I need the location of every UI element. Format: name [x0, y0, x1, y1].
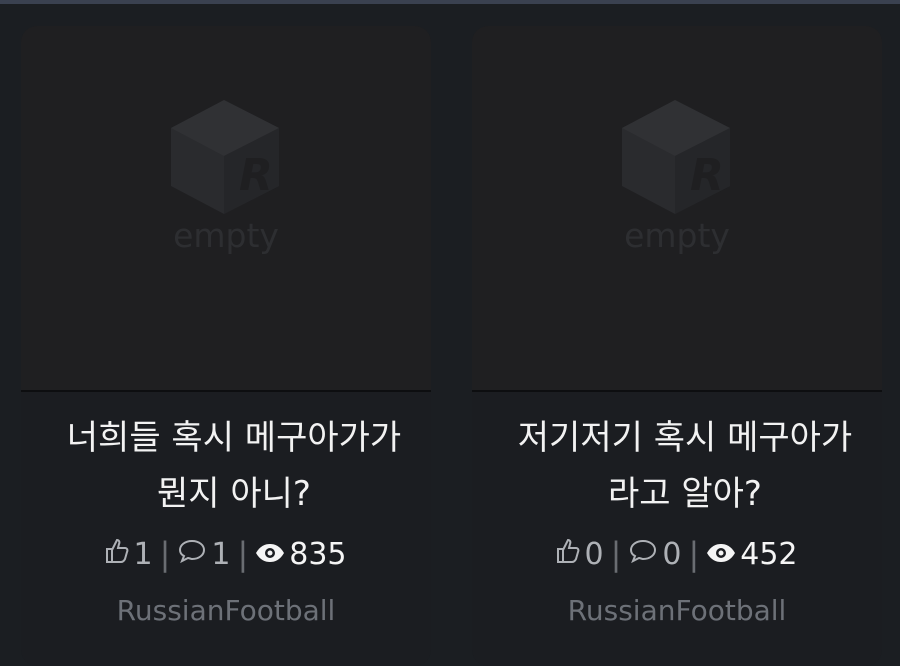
view-count: 452: [740, 536, 798, 572]
divider: |: [610, 535, 622, 573]
empty-label: empty: [173, 216, 279, 255]
like-count: 0: [584, 536, 604, 572]
comment-icon: [177, 537, 207, 572]
empty-logo-icon: R: [622, 100, 730, 214]
empty-label: empty: [624, 216, 730, 255]
post-title-line: 저기저기 혹시 메구아가: [517, 418, 853, 458]
post-title-line: 뭔지 아니?: [157, 474, 311, 514]
divider: |: [688, 535, 700, 573]
post-author[interactable]: RussianFootball: [472, 594, 882, 627]
post-card[interactable]: R empty 너희들 혹시 메구아가가 뭔지 아니? 1 | 1 | 835 …: [21, 26, 431, 666]
like-count: 1: [133, 536, 153, 572]
post-title[interactable]: 저기저기 혹시 메구아가 라고 알아?: [492, 410, 878, 522]
post-card[interactable]: R empty 저기저기 혹시 메구아가 라고 알아? 0 | 0 | 452 …: [472, 26, 882, 666]
comment-icon: [628, 537, 658, 572]
divider: |: [159, 535, 171, 573]
post-thumbnail[interactable]: R empty: [21, 26, 431, 392]
post-stats: 1 | 1 | 835: [21, 534, 431, 574]
post-title-line: 너희들 혹시 메구아가가: [66, 418, 402, 458]
top-bar: [0, 0, 900, 4]
empty-logo-icon: R: [171, 100, 279, 214]
thumbs-up-icon: [556, 537, 580, 572]
eye-icon: [255, 537, 285, 572]
thumbs-up-icon: [105, 537, 129, 572]
post-thumbnail[interactable]: R empty: [472, 26, 882, 392]
divider: |: [237, 535, 249, 573]
eye-icon: [706, 537, 736, 572]
post-stats: 0 | 0 | 452: [472, 534, 882, 574]
comment-count: 0: [662, 536, 682, 572]
svg-text:R: R: [690, 150, 724, 201]
view-count: 835: [289, 536, 347, 572]
post-title[interactable]: 너희들 혹시 메구아가가 뭔지 아니?: [41, 410, 427, 522]
comment-count: 1: [211, 536, 231, 572]
post-title-line: 라고 알아?: [608, 474, 762, 514]
post-author[interactable]: RussianFootball: [21, 594, 431, 627]
svg-text:R: R: [239, 150, 273, 201]
